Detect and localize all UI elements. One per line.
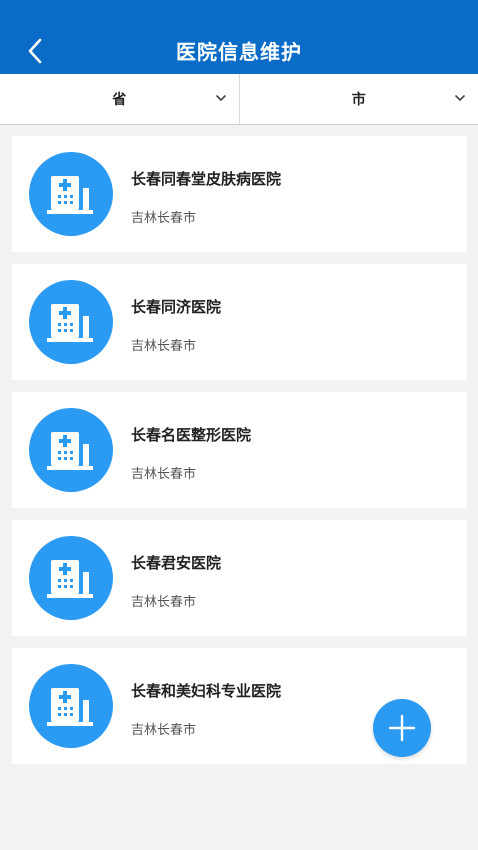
hospital-name: 长春和美妇科专业医院: [131, 682, 282, 700]
hospital-name: 长春同春堂皮肤病医院: [131, 170, 282, 188]
hospital-name: 长春名医整形医院: [131, 426, 252, 444]
page-title: 医院信息维护: [176, 40, 302, 64]
hospital-building-icon: [47, 560, 93, 598]
app-header: 医院信息维护: [0, 0, 478, 74]
hospital-card[interactable]: 长春君安医院 吉林长春市: [12, 520, 467, 636]
chevron-down-icon: [215, 95, 226, 101]
hospital-building-icon: [47, 176, 93, 214]
hospital-avatar: [29, 664, 113, 748]
province-dropdown[interactable]: 省: [0, 74, 239, 124]
add-hospital-button[interactable]: [373, 699, 431, 757]
hospital-region: 吉林长春市: [131, 211, 197, 226]
hospital-name: 长春君安医院: [131, 554, 222, 572]
hospital-avatar: [29, 536, 113, 620]
hospital-card[interactable]: 长春名医整形医院 吉林长春市: [12, 392, 467, 508]
hospital-region: 吉林长春市: [131, 339, 197, 354]
hospital-building-icon: [47, 432, 93, 470]
plus-icon: [388, 714, 416, 742]
hospital-region: 吉林长春市: [131, 467, 197, 482]
hospital-name: 长春同济医院: [131, 298, 222, 316]
hospital-building-icon: [47, 688, 93, 726]
city-label: 市: [351, 92, 366, 108]
province-label: 省: [112, 92, 127, 108]
hospital-avatar: [29, 152, 113, 236]
hospital-region: 吉林长春市: [131, 723, 197, 738]
hospital-region: 吉林长春市: [131, 595, 197, 610]
city-dropdown[interactable]: 市: [238, 74, 478, 124]
hospital-list: 长春同春堂皮肤病医院 吉林长春市 长春同济医院 吉林长春市 长春名医整形医院 吉…: [12, 136, 467, 776]
hospital-card[interactable]: 长春同春堂皮肤病医院 吉林长春市: [12, 136, 467, 252]
hospital-avatar: [29, 280, 113, 364]
hospital-avatar: [29, 408, 113, 492]
hospital-building-icon: [47, 304, 93, 342]
hospital-card[interactable]: 长春同济医院 吉林长春市: [12, 264, 467, 380]
chevron-down-icon: [455, 95, 465, 101]
filter-bar: 省 市: [0, 74, 478, 125]
